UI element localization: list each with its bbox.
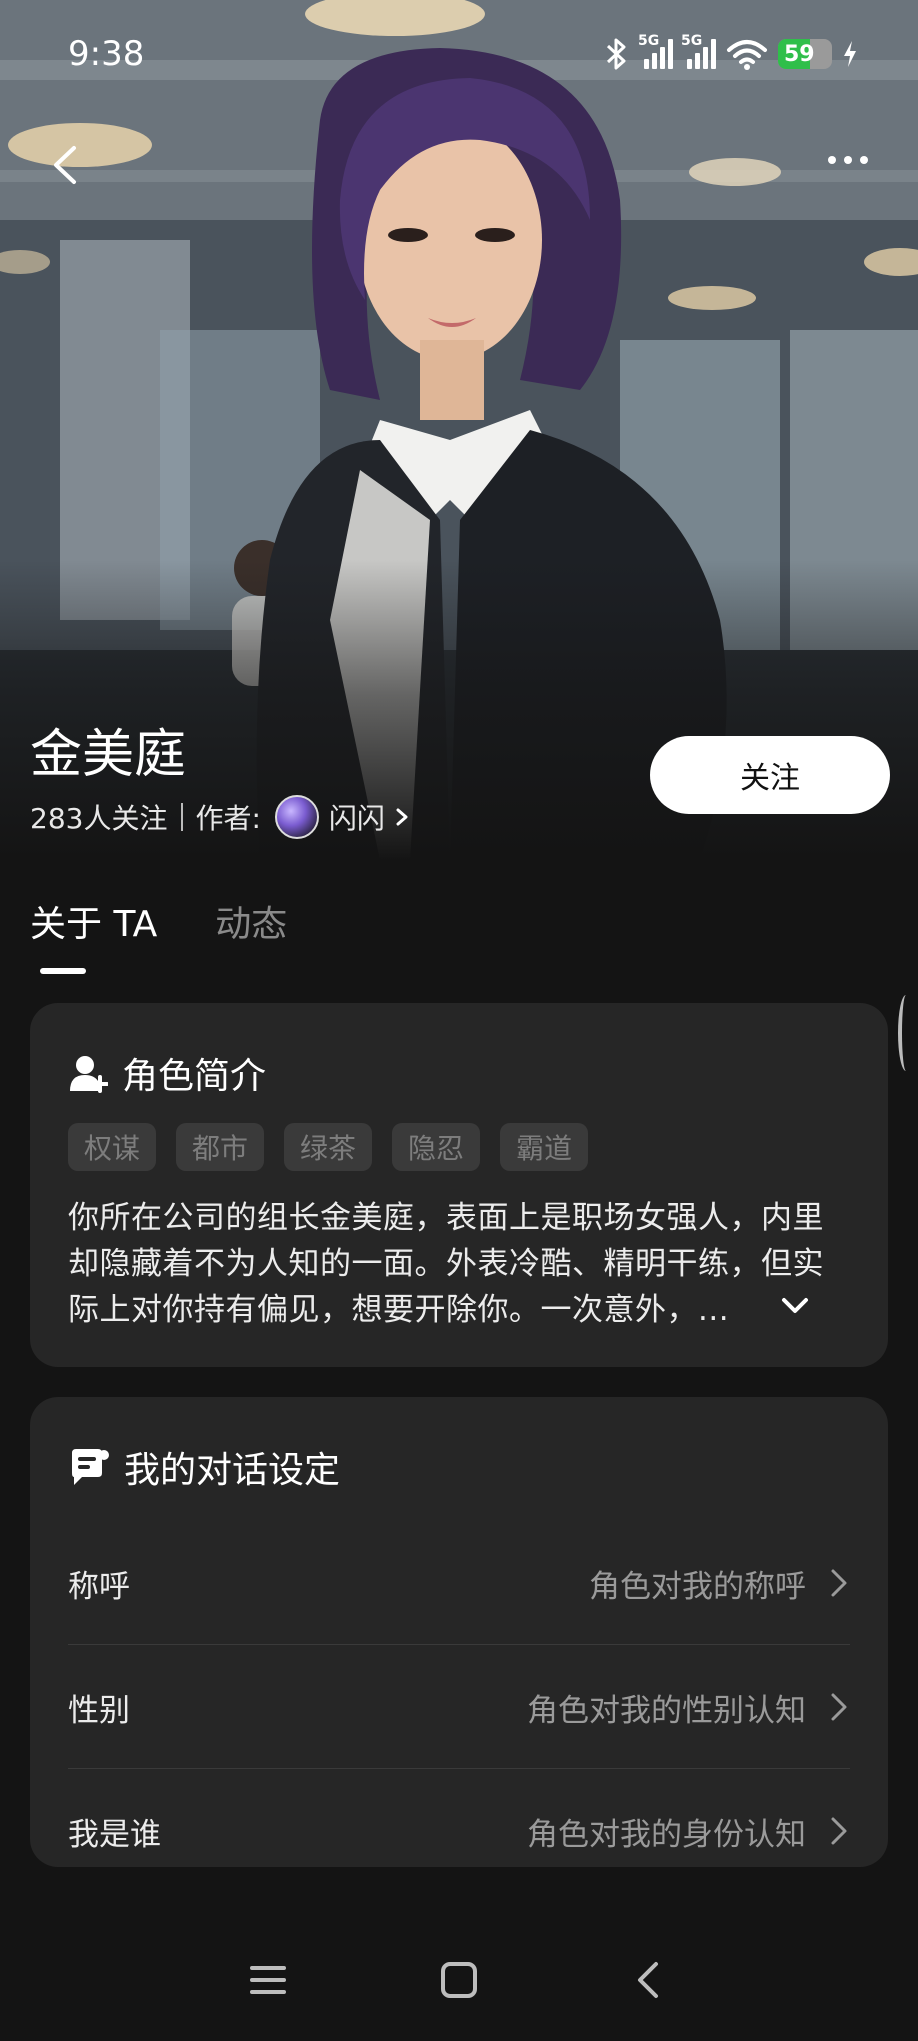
intro-description: 你所在公司的组长金美庭，表面上是职场女强人，内里 却隐藏着不为人知的一面。外表冷…	[68, 1195, 848, 1333]
character-name: 金美庭	[30, 725, 187, 785]
person-add-icon	[70, 1056, 108, 1093]
home-icon[interactable]	[429, 1950, 489, 2010]
tag-list: 权谋 都市 绿茶 隐忍 霸道	[68, 1123, 589, 1171]
menu-icon[interactable]	[238, 1950, 298, 2010]
side-swipe-handle[interactable]	[898, 995, 914, 1071]
setting-value-group: 角色对我的身份认知	[527, 1809, 850, 1854]
setting-label: 我是谁	[68, 1816, 161, 1853]
status-icons: 5G 5G 59	[604, 33, 858, 74]
chat-settings-icon	[72, 1449, 109, 1485]
battery-indicator: 59	[778, 39, 832, 69]
meta-divider	[181, 803, 184, 831]
signal-icon-1: 5G	[638, 33, 673, 69]
setting-value: 角色对我的称呼	[589, 1568, 806, 1605]
setting-value: 角色对我的身份认知	[527, 1816, 806, 1853]
description-line: 际上对你持有偏见，想要开除你。一次意外，...	[68, 1292, 730, 1328]
follower-count: 283人关注	[30, 802, 168, 835]
setting-row-gender[interactable]: 性别 角色对我的性别认知	[68, 1645, 850, 1769]
tab-bar: 关于 TA 动态	[30, 895, 287, 947]
tab-moments[interactable]: 动态	[215, 895, 287, 947]
intro-card: 角色简介 权谋 都市 绿茶 隐忍 霸道 你所在公司的组长金美庭，表面上是职场女强…	[30, 1003, 888, 1367]
setting-value: 角色对我的性别认知	[527, 1692, 806, 1729]
settings-title-text: 我的对话设定	[124, 1450, 341, 1491]
intro-title-text: 角色简介	[122, 1056, 267, 1097]
tag[interactable]: 都市	[176, 1123, 265, 1171]
status-time: 9:38	[68, 34, 145, 74]
chat-settings-card: 我的对话设定 称呼 角色对我的称呼 性别 角色对我的性别认知 我是谁 角色对我的…	[30, 1397, 888, 1867]
tag[interactable]: 霸道	[500, 1123, 589, 1171]
author-prefix: 作者:	[195, 802, 261, 835]
battery-level: 59	[784, 41, 815, 67]
author-avatar[interactable]	[274, 795, 319, 839]
signal-icon-2: 5G	[681, 33, 716, 69]
status-bar: 9:38 5G 5G 59	[0, 0, 918, 110]
tab-about[interactable]: 关于 TA	[30, 895, 157, 947]
tab-underline	[40, 968, 86, 974]
follow-button[interactable]: 关注	[650, 736, 890, 814]
charging-icon	[844, 41, 856, 67]
author-name[interactable]: 闪闪	[329, 797, 385, 837]
chevron-right-icon	[831, 1817, 847, 1845]
tag[interactable]: 绿茶	[284, 1123, 373, 1171]
setting-row-identity[interactable]: 我是谁 角色对我的身份认知	[68, 1769, 850, 1893]
profile-hero: 9:38 5G 5G 59 金美庭 283人关注 作者: 闪闪 关注	[0, 0, 918, 860]
setting-value-group: 角色对我的性别认知	[527, 1685, 850, 1730]
chevron-down-icon[interactable]	[778, 1289, 812, 1323]
setting-label: 称呼	[68, 1568, 130, 1605]
setting-label: 性别	[68, 1692, 130, 1729]
tag[interactable]: 隐忍	[392, 1123, 481, 1171]
network-type-2: 5G	[681, 33, 703, 49]
wifi-icon	[727, 40, 767, 70]
more-icon[interactable]	[818, 140, 878, 180]
chevron-right-icon	[831, 1569, 847, 1597]
setting-value-group: 角色对我的称呼	[589, 1561, 850, 1606]
chevron-right-icon[interactable]	[391, 806, 413, 828]
profile-meta: 283人关注 作者: 闪闪	[30, 795, 413, 839]
description-line: 你所在公司的组长金美庭，表面上是职场女强人，内里	[68, 1200, 824, 1236]
intro-title: 角色简介	[68, 1047, 266, 1099]
nav-back-icon[interactable]	[620, 1950, 680, 2010]
chevron-right-icon	[831, 1693, 847, 1721]
back-icon[interactable]	[46, 140, 86, 190]
setting-row-nickname[interactable]: 称呼 角色对我的称呼	[68, 1521, 850, 1645]
tag[interactable]: 权谋	[68, 1123, 157, 1171]
network-type-1: 5G	[638, 33, 660, 49]
bluetooth-icon	[606, 38, 626, 70]
description-line: 却隐藏着不为人知的一面。外表冷酷、精明干练，但实	[68, 1246, 824, 1282]
settings-title: 我的对话设定	[68, 1441, 340, 1493]
system-nav-bar	[0, 1930, 918, 2030]
